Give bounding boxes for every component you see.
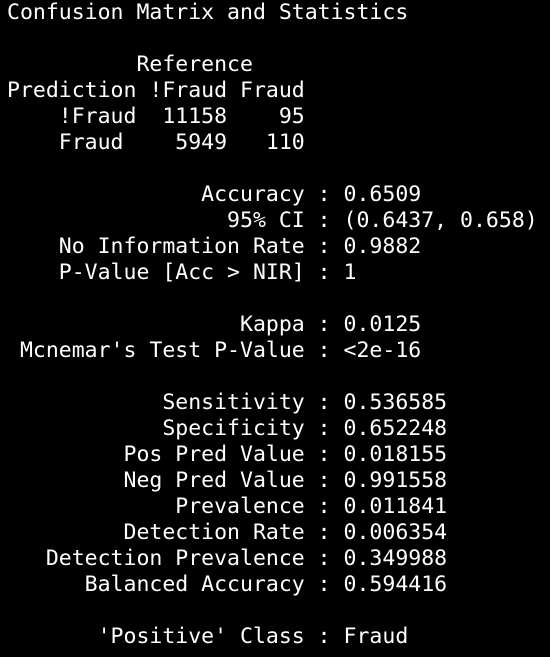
stat-mcnemar-p-value: Mcnemar's Test P-Value : <2e-16 xyxy=(7,338,422,363)
stat-specificity: Specificity : 0.652248 xyxy=(7,416,448,441)
stat-detection-prevalence: Detection Prevalence : 0.349988 xyxy=(7,546,448,571)
matrix-row-fraud: Fraud 5949 110 xyxy=(7,130,305,155)
matrix-row-not-fraud: !Fraud 11158 95 xyxy=(7,104,305,129)
console-output: Confusion Matrix and Statistics Referenc… xyxy=(0,0,550,657)
stat-accuracy: Accuracy : 0.6509 xyxy=(7,182,422,207)
stat-balanced-accuracy: Balanced Accuracy : 0.594416 xyxy=(7,572,448,597)
stat-kappa: Kappa : 0.0125 xyxy=(7,312,422,337)
stat-sensitivity: Sensitivity : 0.536585 xyxy=(7,390,448,415)
stat-no-information-rate: No Information Rate : 0.9882 xyxy=(7,234,422,259)
stat-prevalence: Prevalence : 0.011841 xyxy=(7,494,448,519)
stat-neg-pred-value: Neg Pred Value : 0.991558 xyxy=(7,468,448,493)
stat-confidence-interval: 95% CI : (0.6437, 0.658) xyxy=(7,208,538,233)
stat-pos-pred-value: Pos Pred Value : 0.018155 xyxy=(7,442,448,467)
output-title: Confusion Matrix and Statistics xyxy=(7,0,409,25)
stat-detection-rate: Detection Rate : 0.006354 xyxy=(7,520,448,545)
matrix-reference-header: Reference xyxy=(7,52,253,77)
stat-positive-class: 'Positive' Class : Fraud xyxy=(7,624,409,649)
stat-p-value: P-Value [Acc > NIR] : 1 xyxy=(7,260,357,285)
matrix-column-header: Prediction !Fraud Fraud xyxy=(7,78,305,103)
